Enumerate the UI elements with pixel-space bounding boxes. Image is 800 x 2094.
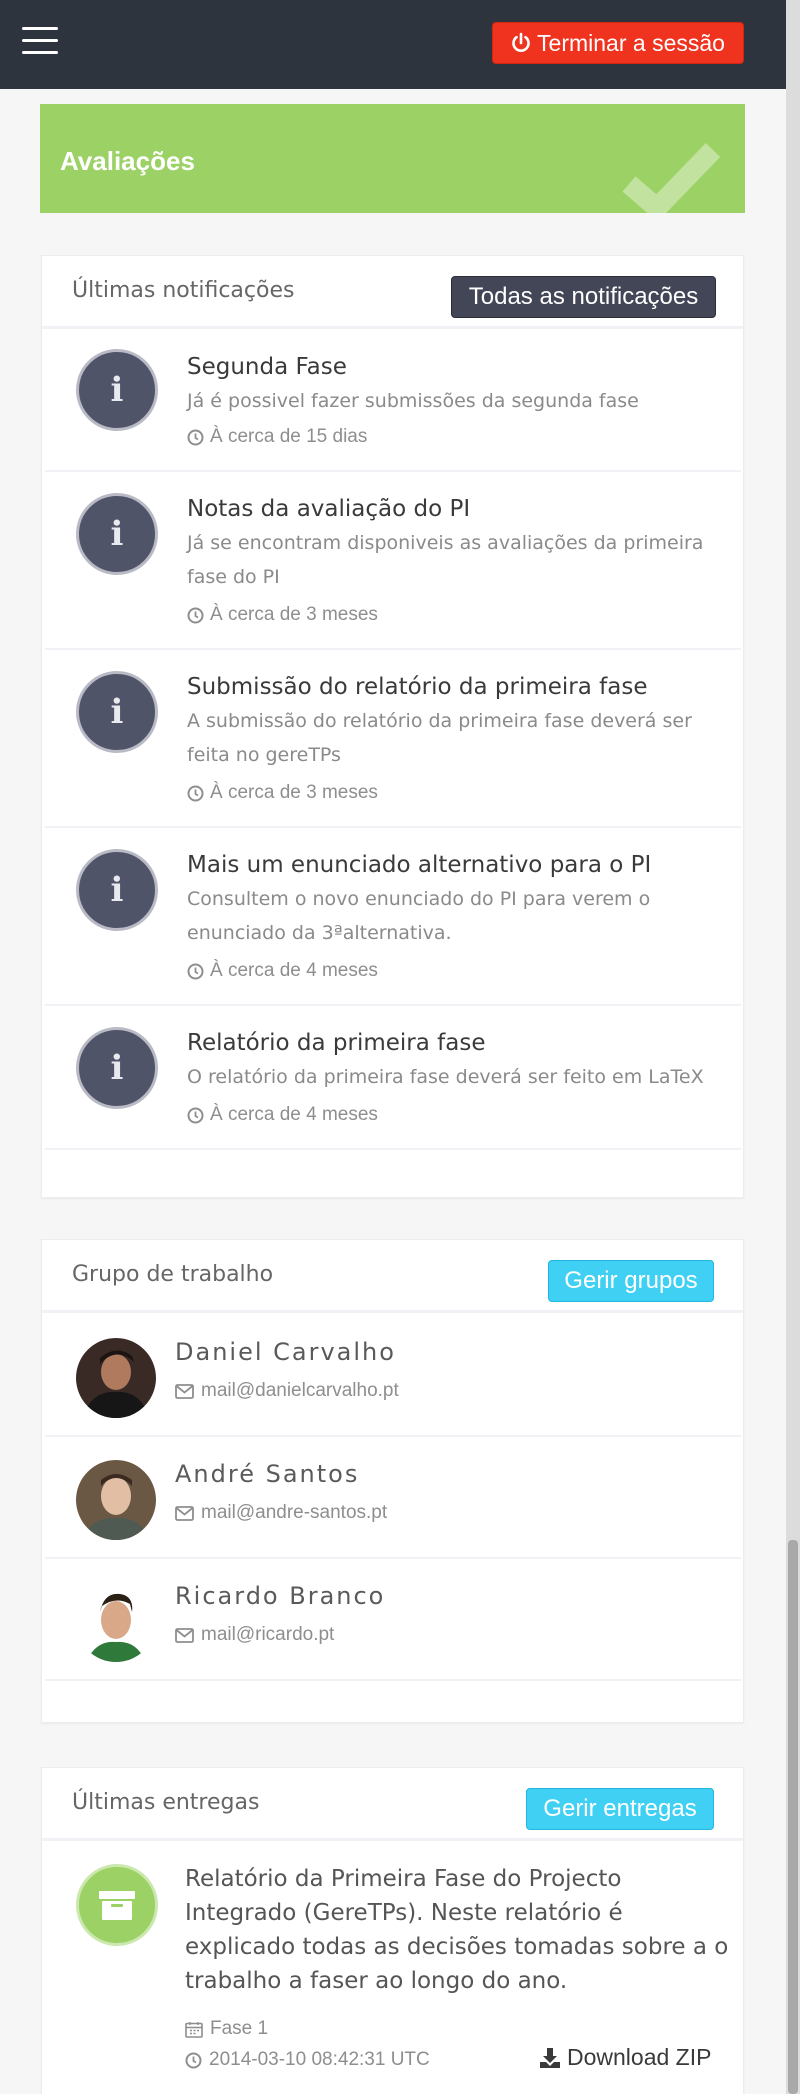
email-label: mail@andre-santos.pt — [201, 1502, 388, 1523]
time-label: À cerca de 15 dias — [210, 426, 368, 447]
download-zip-link[interactable]: Download ZIP — [539, 2044, 711, 2071]
delivery-description: Relatório da Primeira Fase do Projecto I… — [185, 1866, 729, 1994]
member-row[interactable]: André Santos mail@andre-santos.pt — [45, 1438, 741, 1559]
envelope-icon — [175, 1383, 194, 1399]
time-label: À cerca de 3 meses — [210, 604, 378, 625]
clock-icon — [185, 2052, 202, 2068]
notifications-panel: Últimas notificações Todas as notificaçõ… — [41, 255, 744, 1198]
scrollbar[interactable] — [786, 0, 800, 2094]
logout-label: Terminar a sessão — [537, 29, 725, 56]
notification-time: À cerca de 15 dias — [187, 426, 367, 448]
info-icon: i — [76, 671, 158, 753]
notification-title: Segunda Fase — [187, 354, 347, 380]
menu-icon[interactable] — [22, 27, 58, 55]
panel-header: Grupo de trabalho Gerir grupos — [42, 1240, 743, 1313]
archive-box-icon — [99, 1891, 135, 1920]
delivery-item: Relatório da Primeira Fase do Projecto I… — [45, 1845, 741, 2094]
panel-header: Últimas entregas Gerir entregas — [42, 1768, 743, 1841]
clock-icon — [187, 1107, 204, 1123]
member-name: André Santos — [175, 1460, 360, 1488]
member-row[interactable]: Daniel Carvalho mail@danielcarvalho.pt — [45, 1316, 741, 1437]
download-label: Download ZIP — [567, 2044, 712, 2070]
notification-title: Notas da avaliação do PI — [187, 496, 471, 522]
delivery-phase: Fase 1 — [185, 2018, 268, 2040]
info-icon: i — [76, 849, 158, 931]
notification-item[interactable]: i Segunda Fase Já é possivel fazer submi… — [45, 332, 741, 472]
email-label: mail@danielcarvalho.pt — [201, 1380, 399, 1401]
download-icon — [540, 2047, 560, 2068]
clock-icon — [187, 963, 204, 979]
time-label: À cerca de 4 meses — [210, 960, 378, 981]
clock-icon — [187, 785, 204, 801]
notification-time: À cerca de 4 meses — [187, 960, 378, 982]
notification-title: Submissão do relatório da primeira fase — [187, 674, 648, 700]
notification-body: Já é possivel fazer submissões da segund… — [187, 390, 639, 412]
info-icon: i — [76, 493, 158, 575]
manage-groups-button[interactable]: Gerir grupos — [548, 1260, 714, 1302]
notification-body: O relatório da primeira fase deverá ser … — [187, 1066, 704, 1088]
notification-item[interactable]: i Relatório da primeira fase O relatório… — [45, 1008, 741, 1150]
phase-label: Fase 1 — [210, 2018, 269, 2039]
envelope-icon — [175, 1627, 194, 1643]
scrollbar-thumb[interactable] — [788, 1540, 798, 2094]
panel-title: Últimas entregas — [72, 1790, 260, 1815]
member-email[interactable]: mail@andre-santos.pt — [175, 1502, 387, 1524]
info-icon: i — [76, 1027, 158, 1109]
notification-title: Mais um enunciado alternativo para o PI — [187, 852, 652, 878]
clock-icon — [187, 429, 204, 445]
notification-item[interactable]: i Submissão do relatório da primeira fas… — [45, 652, 741, 828]
notification-item[interactable]: i Notas da avaliação do PI Já se encontr… — [45, 474, 741, 650]
member-row[interactable]: Ricardo Branco mail@ricardo.pt — [45, 1560, 741, 1681]
member-email[interactable]: mail@ricardo.pt — [175, 1624, 334, 1646]
power-icon — [512, 32, 530, 52]
all-notifications-button[interactable]: Todas as notificações — [451, 276, 716, 318]
top-navbar: Terminar a sessão — [0, 0, 800, 89]
evaluations-banner[interactable]: Avaliações — [40, 104, 745, 213]
avatar — [76, 1582, 156, 1662]
manage-deliveries-button[interactable]: Gerir entregas — [526, 1788, 714, 1830]
envelope-icon — [175, 1505, 194, 1521]
archive-icon — [76, 1864, 158, 1946]
member-name: Daniel Carvalho — [175, 1338, 396, 1366]
member-email[interactable]: mail@danielcarvalho.pt — [175, 1380, 399, 1402]
member-name: Ricardo Branco — [175, 1582, 386, 1610]
avatar — [76, 1460, 156, 1540]
time-label: À cerca de 4 meses — [210, 1104, 378, 1125]
notification-body: Consultem o novo enunciado do PI para ve… — [187, 888, 651, 944]
calendar-icon — [185, 2021, 203, 2038]
info-icon: i — [76, 349, 158, 431]
clock-icon — [187, 607, 204, 623]
deliveries-panel: Últimas entregas Gerir entregas Relatóri… — [41, 1767, 744, 2094]
checkmark-icon — [622, 143, 721, 213]
panel-title: Últimas notificações — [72, 278, 295, 303]
notification-title: Relatório da primeira fase — [187, 1030, 486, 1056]
notification-time: À cerca de 3 meses — [187, 604, 378, 626]
work-group-panel: Grupo de trabalho Gerir grupos Daniel Ca… — [41, 1239, 744, 1723]
notification-body: A submissão do relatório da primeira fas… — [187, 710, 692, 766]
delivery-timestamp: 2014-03-10 08:42:31 UTC — [185, 2049, 430, 2071]
notification-time: À cerca de 4 meses — [187, 1104, 378, 1126]
avatar — [76, 1338, 156, 1418]
notification-time: À cerca de 3 meses — [187, 782, 378, 804]
notification-item[interactable]: i Mais um enunciado alternativo para o P… — [45, 830, 741, 1006]
panel-title: Grupo de trabalho — [72, 1262, 274, 1287]
notification-body: Já se encontram disponiveis as avaliaçõe… — [187, 532, 704, 588]
banner-title: Avaliações — [60, 146, 195, 176]
timestamp-label: 2014-03-10 08:42:31 UTC — [209, 2049, 430, 2070]
time-label: À cerca de 3 meses — [210, 782, 378, 803]
panel-header: Últimas notificações Todas as notificaçõ… — [42, 256, 743, 329]
email-label: mail@ricardo.pt — [201, 1624, 335, 1645]
logout-button[interactable]: Terminar a sessão — [492, 22, 744, 64]
